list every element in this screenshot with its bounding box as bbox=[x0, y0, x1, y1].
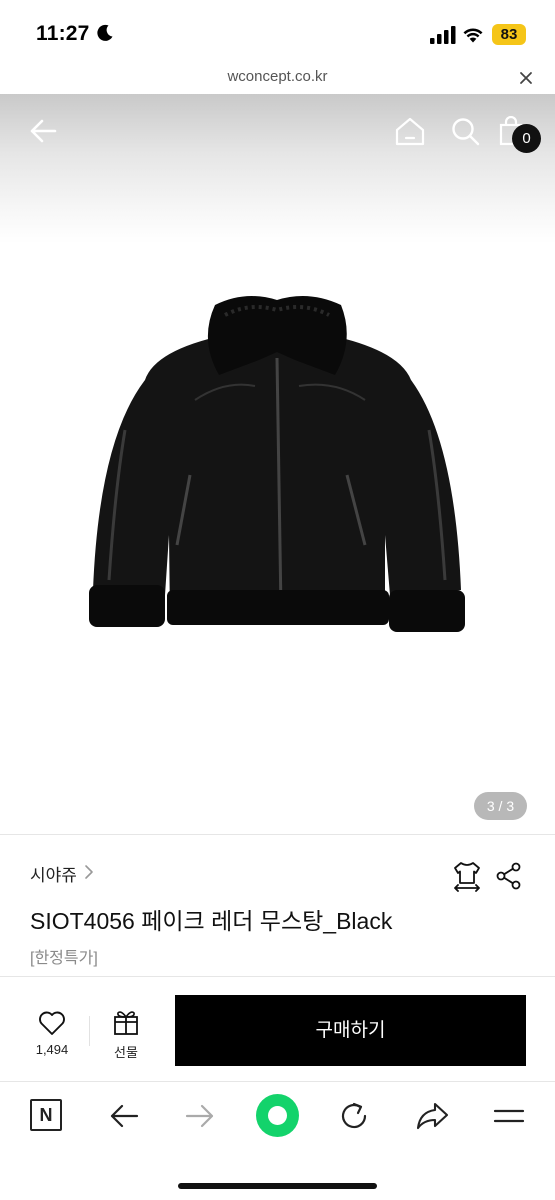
menu-icon[interactable] bbox=[493, 1100, 525, 1132]
green-dot-icon[interactable] bbox=[256, 1094, 299, 1137]
search-icon[interactable] bbox=[450, 116, 480, 146]
url-bar[interactable]: wconcept.co.kr bbox=[0, 66, 555, 94]
product-tag: [한정특가] bbox=[30, 950, 98, 967]
product-name: SIOT4056 페이크 레더 무스탕_Black bbox=[30, 908, 393, 934]
share-arrow-icon[interactable] bbox=[415, 1100, 449, 1132]
divider bbox=[0, 976, 555, 977]
home-icon[interactable] bbox=[394, 116, 426, 146]
cart-count-badge[interactable]: 0 bbox=[512, 124, 541, 153]
share-icon[interactable] bbox=[496, 862, 522, 890]
brand-link[interactable]: 시야쥬 bbox=[30, 861, 77, 886]
gift-label: 선물 bbox=[114, 1045, 138, 1060]
back-arrow-icon[interactable] bbox=[28, 116, 58, 146]
reload-icon[interactable] bbox=[338, 1100, 370, 1132]
back-icon[interactable] bbox=[108, 1100, 140, 1132]
heart-icon[interactable] bbox=[38, 1010, 66, 1036]
forward-icon[interactable] bbox=[184, 1100, 216, 1132]
signal-icon bbox=[430, 26, 456, 44]
close-icon[interactable] bbox=[516, 68, 536, 88]
status-time: 11:27 bbox=[36, 22, 90, 45]
wish-count: 1,494 bbox=[35, 1042, 69, 1057]
home-indicator bbox=[178, 1183, 377, 1189]
status-bar: 11:27 83 bbox=[0, 0, 555, 66]
gallery-page-indicator: 3 / 3 bbox=[474, 792, 527, 820]
product-gallery[interactable]: 0 3 / 3 bbox=[0, 94, 555, 834]
gift-button[interactable]: 선물 bbox=[104, 1008, 148, 1061]
url-text[interactable]: wconcept.co.kr bbox=[0, 68, 555, 85]
green-dot-center bbox=[268, 1106, 287, 1125]
wifi-icon bbox=[463, 28, 483, 43]
chevron-right-icon[interactable] bbox=[83, 864, 95, 880]
gift-icon[interactable] bbox=[112, 1008, 140, 1036]
battery-icon: 83 bbox=[492, 24, 526, 45]
size-guide-icon[interactable] bbox=[452, 860, 482, 892]
divider bbox=[89, 1016, 90, 1046]
wishlist-button[interactable]: 1,494 bbox=[30, 1010, 74, 1057]
naver-n-icon[interactable]: N bbox=[30, 1099, 62, 1131]
moon-icon bbox=[97, 24, 113, 41]
divider bbox=[0, 834, 555, 835]
black-shearling-jacket-photo bbox=[89, 296, 465, 632]
buy-button[interactable]: 구매하기 bbox=[175, 995, 526, 1066]
